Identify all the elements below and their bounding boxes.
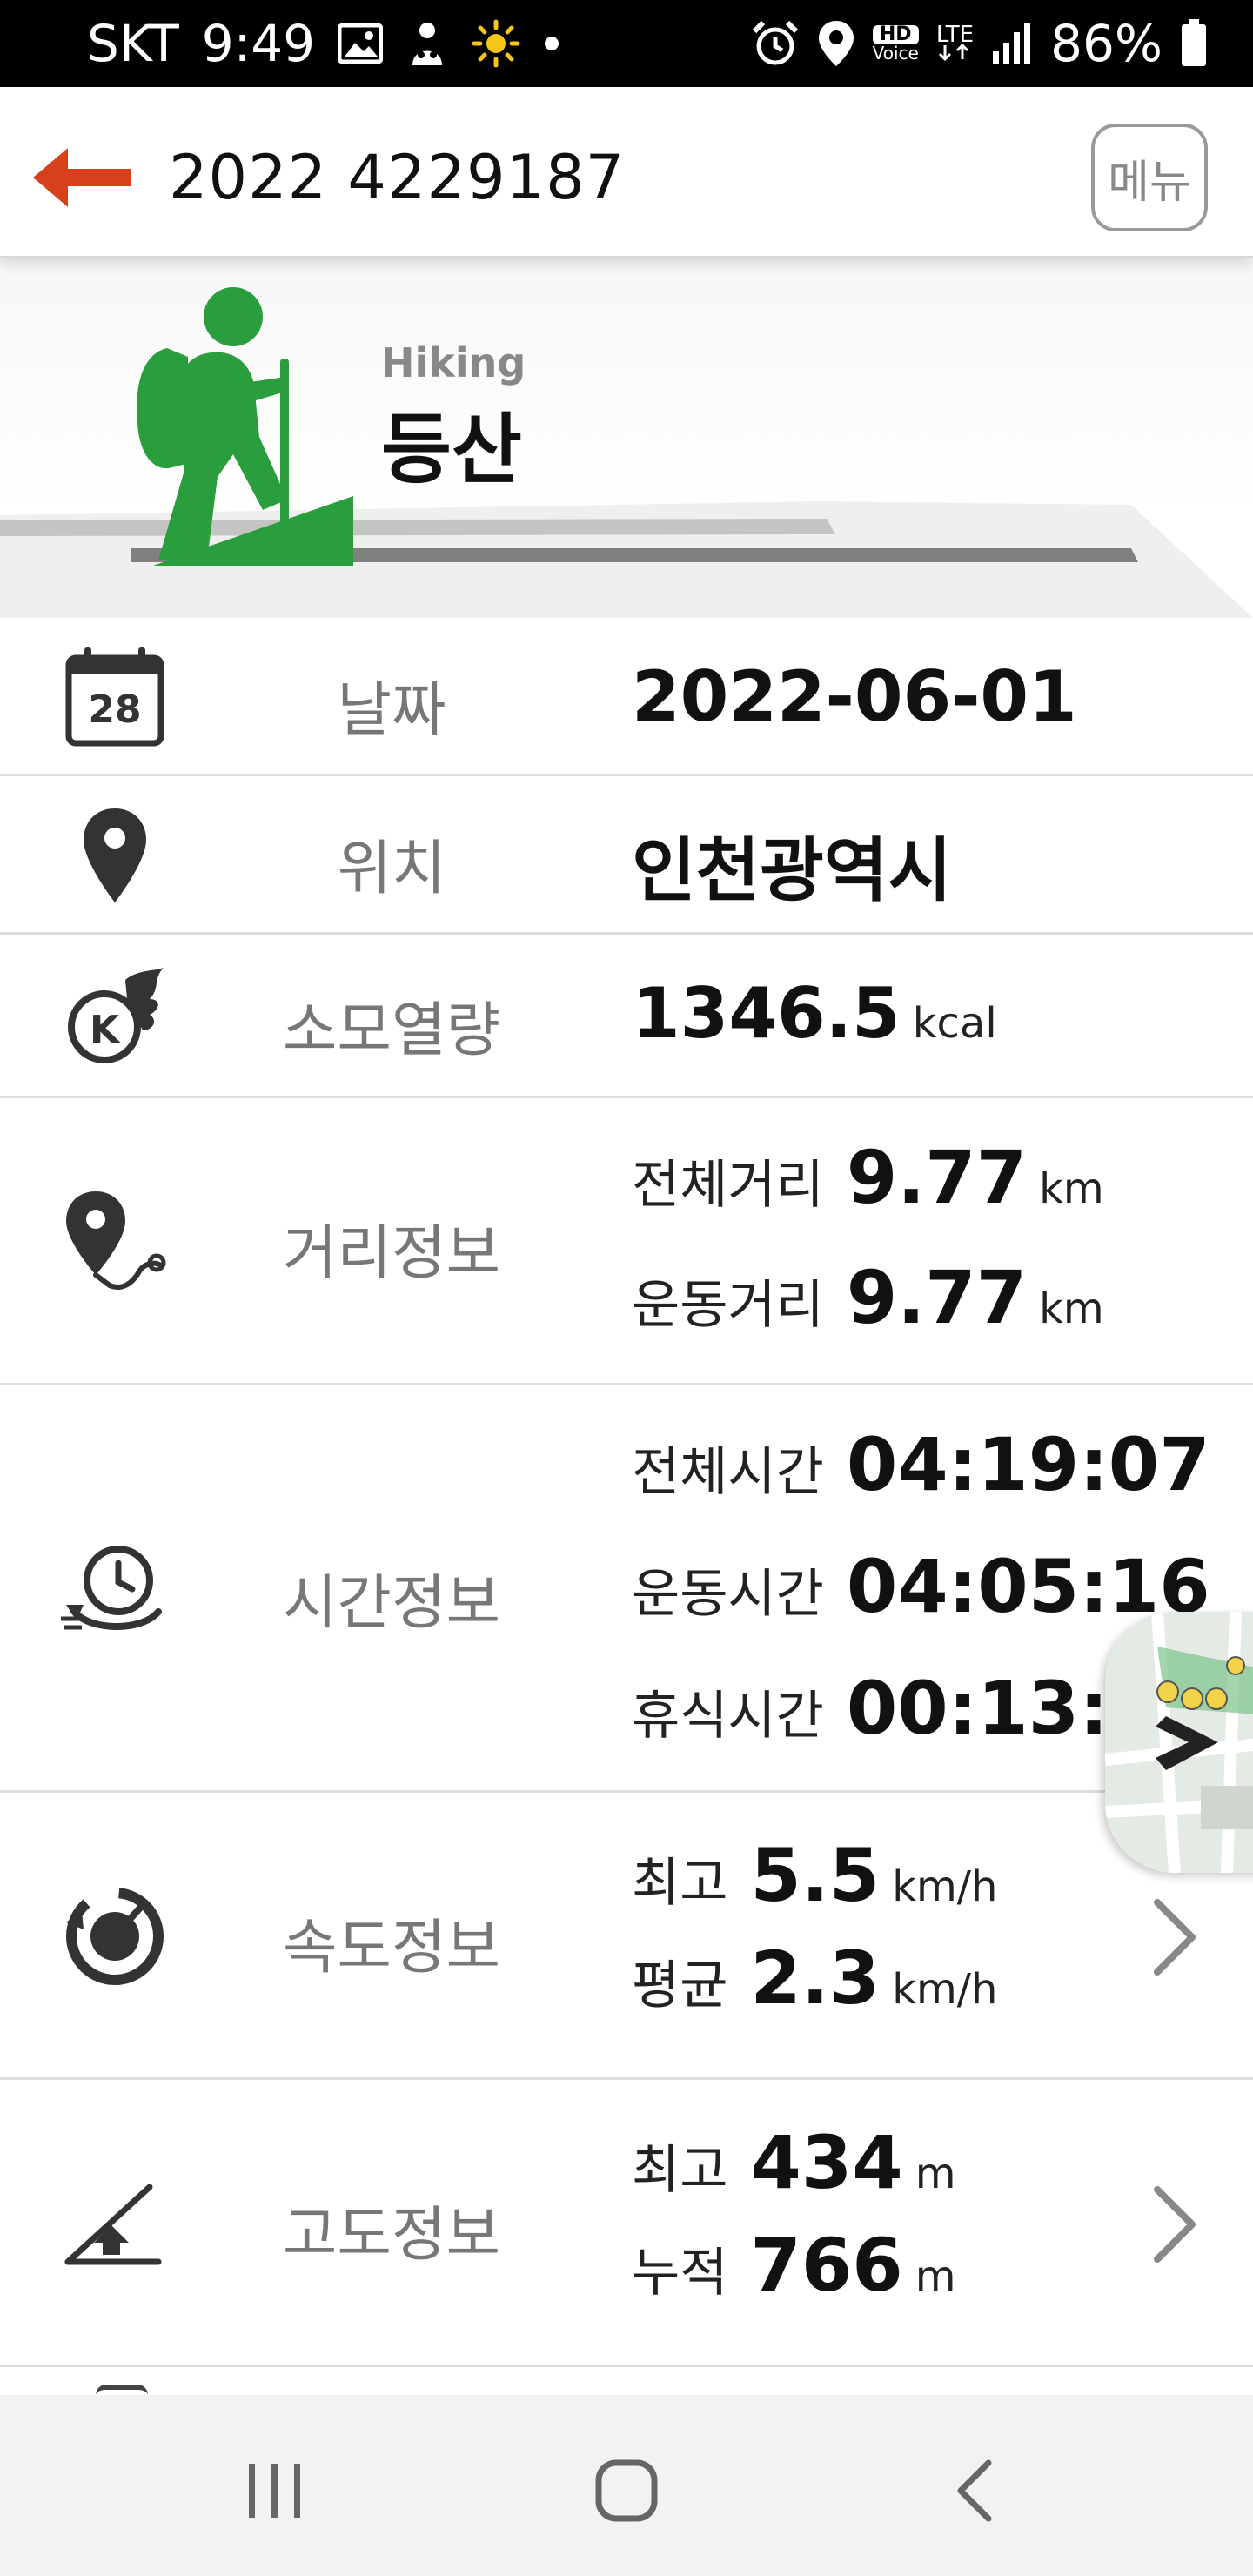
total-distance-unit: km bbox=[1039, 1164, 1104, 1213]
calendar-day-text: 28 bbox=[88, 688, 141, 732]
avg-speed-line: 평균 2.3 km/h bbox=[632, 1935, 997, 2021]
max-altitude-value: 434 bbox=[750, 2120, 903, 2205]
calories-unit: kcal bbox=[912, 999, 997, 1048]
hd-voice-indicator: HD Voice bbox=[872, 25, 919, 64]
location-value: 인천광역시 bbox=[632, 830, 952, 911]
total-time-line: 전체시간 04:19:07 bbox=[632, 1422, 1210, 1507]
battery-percent: 86% bbox=[1050, 14, 1163, 73]
activity-title: 등산 bbox=[381, 405, 522, 494]
calories-value-group: 1346.5 kcal bbox=[632, 973, 997, 1054]
signal-strength-icon bbox=[991, 22, 1033, 65]
home-icon bbox=[595, 2459, 658, 2522]
lte-label: LTE bbox=[935, 22, 975, 48]
page-title: 2022 4229187 bbox=[169, 142, 626, 213]
speed-label: 속도정보 bbox=[282, 1914, 501, 1982]
location-label: 위치 bbox=[337, 835, 446, 903]
workout-distance-value: 9.77 bbox=[846, 1255, 1028, 1340]
total-distance-line: 전체거리 9.77 km bbox=[632, 1135, 1104, 1220]
back-nav-button[interactable] bbox=[905, 2438, 1044, 2543]
altitude-icon bbox=[52, 2161, 178, 2286]
calorie-flame-icon: K bbox=[52, 954, 178, 1079]
total-time-label: 전체시간 bbox=[632, 1442, 824, 1503]
status-bar: SKT 9:49 HD Voice LTE 86% bbox=[0, 0, 1253, 87]
max-altitude-label: 최고 bbox=[632, 2140, 728, 2201]
lte-indicator: LTE bbox=[936, 23, 974, 61]
date-label: 날짜 bbox=[337, 676, 446, 745]
next-row-partial bbox=[96, 2385, 148, 2395]
gallery-icon bbox=[338, 23, 384, 64]
back-button[interactable] bbox=[28, 136, 136, 219]
workout-time-label: 운동시간 bbox=[632, 1564, 824, 1625]
calories-row: K 소모열량 1346.5 kcal bbox=[0, 935, 1253, 1098]
total-distance-label: 전체거리 bbox=[632, 1155, 824, 1216]
total-time-value: 04:19:07 bbox=[846, 1422, 1210, 1507]
altitude-label: 고도정보 bbox=[282, 2201, 501, 2270]
system-navigation-bar bbox=[0, 2395, 1253, 2576]
weather-sun-icon bbox=[472, 19, 520, 68]
status-bar-left: SKT 9:49 bbox=[87, 0, 560, 87]
battery-icon bbox=[1180, 19, 1208, 68]
workout-distance-unit: km bbox=[1039, 1285, 1104, 1333]
max-speed-unit: km/h bbox=[892, 1862, 998, 1911]
workout-distance-label: 운동거리 bbox=[632, 1275, 824, 1336]
map-view-button[interactable] bbox=[1105, 1612, 1253, 1873]
max-altitude-line: 최고 434 m bbox=[632, 2120, 956, 2205]
calories-label: 소모열량 bbox=[282, 996, 501, 1065]
calendar-icon: 28 bbox=[52, 634, 178, 760]
speedometer-icon bbox=[52, 1874, 178, 1999]
workout-distance-line: 운동거리 9.77 km bbox=[632, 1255, 1104, 1340]
time-label: 시간정보 bbox=[282, 1569, 501, 1638]
back-chevron-icon bbox=[957, 2459, 992, 2522]
avg-speed-unit: km/h bbox=[892, 1965, 998, 2014]
back-arrow-icon bbox=[33, 148, 131, 207]
distance-label: 거리정보 bbox=[282, 1219, 501, 1288]
distance-route-icon bbox=[52, 1179, 178, 1305]
cumulative-altitude-line: 누적 766 m bbox=[632, 2223, 956, 2308]
workout-time-line: 운동시간 04:05:16 bbox=[632, 1544, 1210, 1629]
avg-speed-value: 2.3 bbox=[750, 1935, 881, 2021]
more-notifications-dot-icon bbox=[543, 35, 560, 52]
alarm-icon bbox=[751, 19, 800, 68]
carrier-name: SKT bbox=[87, 14, 179, 73]
location-icon bbox=[817, 19, 855, 68]
map-thumbnail-icon bbox=[1105, 1612, 1253, 1873]
menu-button[interactable]: 메뉴 bbox=[1091, 124, 1208, 231]
max-speed-value: 5.5 bbox=[750, 1833, 881, 1918]
status-bar-right: HD Voice LTE 86% bbox=[751, 0, 1208, 87]
cumulative-altitude-value: 766 bbox=[750, 2223, 903, 2308]
max-speed-label: 최고 bbox=[632, 1853, 728, 1914]
activity-subtitle: Hiking bbox=[381, 339, 526, 386]
clock: 9:49 bbox=[201, 14, 316, 73]
rest-time-label: 휴식시간 bbox=[632, 1686, 824, 1747]
altitude-chevron-right-icon bbox=[1154, 2186, 1196, 2263]
recent-apps-icon bbox=[249, 2464, 300, 2518]
voice-label: Voice bbox=[872, 43, 919, 64]
max-speed-line: 최고 5.5 km/h bbox=[632, 1833, 997, 1918]
date-row: 28 날짜 2022-06-01 bbox=[0, 618, 1253, 776]
recent-apps-button[interactable] bbox=[205, 2438, 345, 2543]
speed-chevron-right-icon bbox=[1154, 1899, 1196, 1976]
max-altitude-unit: m bbox=[915, 2150, 956, 2198]
calories-value: 1346.5 bbox=[632, 973, 901, 1054]
date-value: 2022-06-01 bbox=[632, 656, 1077, 737]
total-distance-value: 9.77 bbox=[846, 1135, 1028, 1220]
cumulative-altitude-unit: m bbox=[915, 2252, 956, 2301]
rest-time-line: 휴식시간 00:13:5 bbox=[632, 1666, 1159, 1751]
calorie-badge-text: K bbox=[90, 1008, 121, 1052]
time-row: 시간정보 전체시간 04:19:07 운동시간 04:05:16 휴식시간 00… bbox=[0, 1385, 1253, 1793]
distance-row: 거리정보 전체거리 9.77 km 운동거리 9.77 km bbox=[0, 1098, 1253, 1385]
time-clock-icon bbox=[52, 1526, 178, 1652]
app-bar: 2022 4229187 메뉴 bbox=[0, 87, 1253, 258]
location-row: 위치 인천광역시 bbox=[0, 776, 1253, 935]
hd-label: HD bbox=[872, 25, 919, 44]
activity-hero: Hiking 등산 bbox=[0, 258, 1253, 618]
altitude-row[interactable]: 고도정보 최고 434 m 누적 766 m bbox=[0, 2080, 1253, 2367]
speed-row[interactable]: 속도정보 최고 5.5 km/h 평균 2.3 km/h bbox=[0, 1793, 1253, 2080]
location-pin-icon bbox=[52, 793, 178, 918]
notification-app-icon bbox=[405, 20, 449, 67]
cumulative-altitude-label: 누적 bbox=[632, 2243, 728, 2304]
avg-speed-label: 평균 bbox=[632, 1955, 728, 2016]
home-button[interactable] bbox=[557, 2438, 696, 2543]
hiker-icon bbox=[137, 287, 353, 566]
